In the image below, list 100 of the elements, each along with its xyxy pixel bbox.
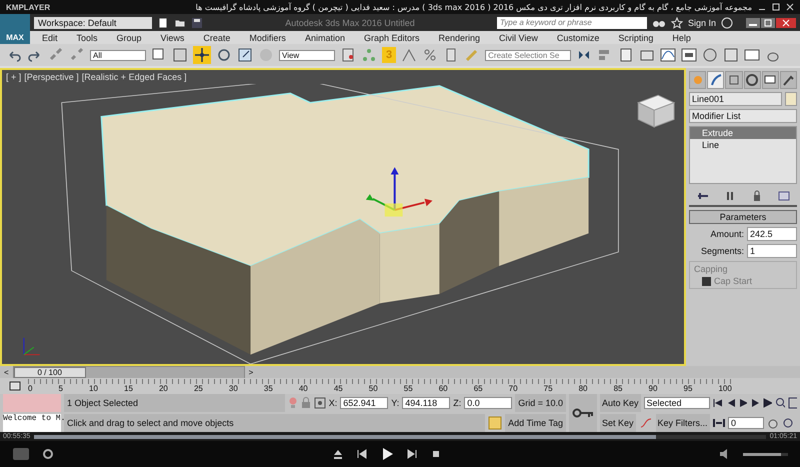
frame-counter[interactable]: 0 / 100 (14, 366, 86, 378)
modifier-stack-item[interactable]: Extrude (690, 127, 796, 139)
command-panel-tab[interactable] (744, 71, 761, 89)
menu-item[interactable]: Help (672, 32, 691, 42)
amount-field[interactable]: 242.5 (747, 227, 797, 241)
go-to-start-icon[interactable] (713, 398, 722, 408)
previous-frame-button[interactable]: < (4, 368, 9, 376)
tangent-curve-icon[interactable] (638, 417, 653, 429)
menu-item[interactable]: Scripting (618, 32, 654, 42)
eject-icon[interactable] (332, 448, 344, 460)
pivot-icon[interactable] (340, 47, 356, 63)
new-file-icon[interactable] (157, 16, 169, 28)
modifier-stack-item[interactable]: Line (690, 139, 796, 151)
angle-snap-icon[interactable] (401, 47, 418, 63)
add-time-tag-button[interactable]: Add Time Tag (505, 414, 566, 432)
move-icon[interactable] (193, 46, 211, 64)
transform-gizmo-icon (366, 167, 432, 217)
go-to-end-icon[interactable] (762, 398, 772, 408)
set-keys-button[interactable] (569, 394, 597, 432)
time-slider-track[interactable]: 0 / 100 (12, 366, 245, 378)
previous-icon[interactable] (356, 448, 368, 460)
next-frame-icon[interactable] (750, 398, 760, 408)
axis-tripod-icon (23, 337, 40, 356)
menu-item[interactable]: Create (203, 32, 230, 42)
next-frame-button[interactable]: > (248, 368, 254, 376)
maxscript-field[interactable] (3, 394, 61, 412)
star-icon[interactable] (670, 16, 683, 28)
tick-label: 35 (264, 384, 273, 393)
command-panel-tab[interactable] (780, 71, 798, 89)
y-coordinate-field[interactable]: 494.118 (402, 397, 450, 409)
menu-item[interactable]: Edit (42, 32, 58, 42)
save-icon[interactable] (191, 16, 203, 28)
next-icon[interactable] (406, 448, 418, 460)
viewcube-icon[interactable] (637, 94, 676, 128)
menu-item[interactable]: Group (116, 32, 142, 42)
x-coordinate-field[interactable]: 652.941 (340, 397, 388, 409)
selection-filter-dropdown[interactable]: All (90, 50, 146, 60)
viewport[interactable]: [ + ] [Perspective ] [Realistic + Edged Faces ] (0, 68, 686, 366)
maxscript-listener[interactable]: Welcome to M. (3, 414, 61, 432)
key-mode-dropdown[interactable]: Selected (644, 397, 710, 409)
search-field[interactable]: Type a keyword or phrase (496, 16, 647, 28)
named-selection-dropdown[interactable]: Create Selection Se (485, 50, 572, 60)
current-frame-field[interactable]: 0 (728, 417, 764, 429)
zoom-icon[interactable] (775, 397, 785, 409)
timeline-ruler[interactable]: 0 5 10 15 20 25 30 35 40 45 50 55 60 65 70 75 80 85 90 95 100 (28, 379, 732, 393)
scale-icon[interactable] (237, 47, 253, 63)
z-coordinate-field[interactable]: 0.0 (464, 397, 512, 409)
viewport-label[interactable]: [Realistic + Edged Faces ] (82, 72, 187, 82)
tick-label: 80 (578, 384, 588, 393)
selection-status: 1 Object Selected (64, 394, 285, 412)
key-filters-button[interactable]: Key Filters... (656, 414, 710, 432)
keyframe-icon[interactable] (8, 380, 22, 392)
viewport-label[interactable]: [ + ] (6, 72, 22, 82)
minimize-icon[interactable] (746, 18, 760, 28)
curve-editor-icon[interactable] (660, 47, 676, 63)
reference-coordinate-dropdown[interactable]: View (279, 50, 335, 60)
tick-label: 95 (684, 384, 692, 393)
app-title: Autodesk 3ds Max 2016 Untitled (284, 18, 416, 28)
set-key-button[interactable]: Set Key (600, 414, 636, 432)
menu-item[interactable]: Animation (304, 32, 345, 42)
maximize-icon[interactable] (772, 3, 780, 11)
object-name-field[interactable]: Line001 (689, 92, 782, 106)
key-mode-icon[interactable] (713, 418, 725, 428)
command-panel-tab[interactable] (762, 71, 779, 89)
sign-in-button[interactable]: Sign In (688, 18, 716, 28)
menu-item[interactable]: Customize (556, 32, 600, 42)
segments-label: Segments: (700, 246, 744, 256)
folder-icon[interactable] (174, 16, 186, 28)
maximize-icon[interactable] (761, 18, 775, 28)
tick-label: 50 (368, 384, 378, 393)
close-icon[interactable] (776, 18, 796, 28)
menu-item[interactable]: Civil View (499, 32, 538, 42)
menu-item[interactable]: Tools (76, 32, 98, 42)
tick-label: 10 (89, 384, 98, 393)
viewport-label[interactable]: [Perspective ] (24, 72, 79, 82)
auto-key-button[interactable]: Auto Key (600, 394, 641, 412)
tick-label: 65 (474, 384, 483, 393)
pin-icon[interactable] (696, 191, 708, 201)
workspace-dropdown[interactable]: Workspace: Default (34, 16, 152, 28)
menu-item[interactable]: Views (160, 32, 184, 42)
modifier-list-dropdown[interactable]: Modifier List (689, 109, 797, 123)
rollout-header[interactable]: Parameters (689, 210, 797, 224)
play-icon[interactable] (738, 398, 748, 408)
tick-label: 15 (124, 384, 133, 393)
percent-snap-icon[interactable] (422, 47, 438, 63)
close-icon[interactable] (786, 3, 794, 11)
command-panel-tab[interactable] (707, 71, 724, 89)
seek-bar[interactable] (34, 434, 656, 438)
tick-label: 25 (194, 384, 203, 393)
segments-field[interactable]: 1 (747, 244, 797, 258)
group-label: Capping (694, 264, 729, 274)
menu-item[interactable]: Modifiers (249, 32, 286, 42)
object-color-swatch[interactable] (785, 92, 797, 106)
z-label: Z: (453, 398, 462, 408)
rectangle-selection-icon[interactable] (172, 47, 188, 63)
prompt-text: Click and drag to select and move objects (64, 414, 486, 432)
menu-item[interactable]: Graph Editors (364, 32, 420, 42)
menu-item[interactable]: Rendering (438, 32, 480, 42)
volume-slider[interactable] (743, 452, 782, 456)
app-logo[interactable]: MAX (0, 14, 30, 44)
